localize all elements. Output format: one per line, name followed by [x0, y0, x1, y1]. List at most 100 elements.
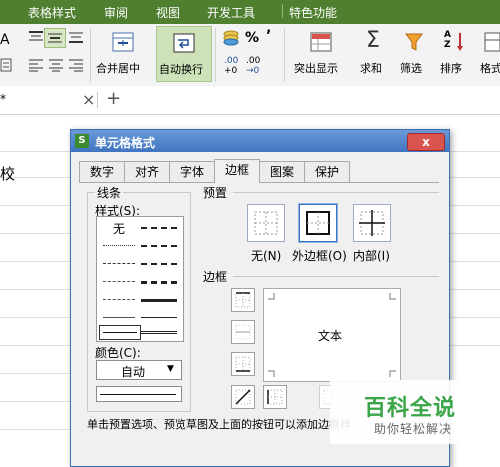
border-left-button[interactable]	[263, 385, 287, 409]
close-button[interactable]: x	[407, 133, 445, 151]
line-style-list[interactable]: 无	[96, 216, 184, 342]
tab-protection[interactable]: 保护	[304, 161, 350, 182]
border-bottom-icon	[235, 356, 251, 372]
grid-line	[0, 205, 70, 206]
grid-line	[0, 151, 70, 152]
preview-text: 文本	[318, 329, 343, 343]
menu-item-view[interactable]: 视图	[156, 4, 180, 21]
highlight-label: 突出显示	[294, 62, 338, 75]
merge-center-label: 合并居中	[96, 62, 140, 75]
sort-icon: AZ	[444, 30, 451, 50]
sort-button[interactable]: AZ 排序	[436, 26, 472, 82]
merge-center-button[interactable]: 合并居中	[96, 26, 152, 82]
line-style-option[interactable]	[103, 281, 135, 282]
sigma-icon: Σ	[366, 28, 380, 53]
percent-button[interactable]: %	[245, 30, 259, 46]
grid-line	[448, 261, 500, 262]
ribbon-separator	[284, 28, 285, 82]
align-left-icon[interactable]	[28, 58, 44, 72]
ribbon-separator	[90, 28, 91, 82]
grid-line	[0, 401, 70, 402]
border-middle-icon	[235, 324, 251, 340]
filter-button[interactable]: 筛选	[396, 26, 432, 82]
dialog-title-bar[interactable]: S 单元格格式 x	[71, 130, 449, 152]
border-top-button[interactable]	[231, 288, 255, 312]
line-style-none[interactable]: 无	[113, 220, 125, 237]
border-diagonal-up-button[interactable]	[231, 385, 255, 409]
line-style-option[interactable]	[141, 299, 177, 302]
preset-outline-button[interactable]	[299, 204, 337, 242]
align-bottom-icon[interactable]	[68, 30, 84, 44]
tab-number[interactable]: 数字	[79, 161, 125, 182]
indent-icon[interactable]	[0, 58, 12, 72]
line-style-sample	[103, 332, 137, 333]
new-tab-icon[interactable]: +	[106, 88, 121, 109]
line-group-title: 线条	[95, 184, 124, 201]
tab-pattern[interactable]: 图案	[259, 161, 305, 182]
menu-item-review[interactable]: 审阅	[104, 4, 128, 21]
line-style-option[interactable]	[103, 263, 135, 264]
comma-button[interactable]: ’	[266, 28, 271, 44]
align-middle-icon	[48, 33, 62, 43]
grid-line	[448, 345, 500, 346]
format-button[interactable]: 格式	[476, 26, 500, 82]
line-style-option[interactable]	[141, 245, 177, 247]
sum-button[interactable]: Σ 求和	[356, 26, 392, 82]
preset-none-icon	[254, 211, 278, 235]
preset-none-button[interactable]	[247, 204, 285, 242]
color-label: 颜色(C):	[95, 346, 141, 360]
color-value: 自动	[121, 365, 146, 379]
dialog-title: 单元格格式	[95, 136, 156, 150]
grid-line	[448, 151, 500, 152]
line-style-option[interactable]	[103, 317, 135, 318]
grid-line	[448, 205, 500, 206]
highlight-button[interactable]: 突出显示	[290, 26, 352, 82]
line-style-option[interactable]	[141, 263, 177, 265]
wrap-text-button[interactable]: 自动换行	[156, 26, 212, 82]
menu-bar: 表格样式 审阅 视图 开发工具 特色功能	[0, 0, 500, 24]
filter-label: 筛选	[400, 62, 422, 75]
color-dropdown[interactable]: 自动 ▼	[96, 360, 182, 380]
border-group-title: 边框	[201, 268, 230, 285]
grid-line	[0, 429, 70, 430]
line-style-option[interactable]	[103, 245, 135, 246]
border-preview[interactable]: 文本	[263, 288, 401, 382]
cell-text: 校	[0, 165, 16, 183]
grid-line	[0, 345, 70, 346]
grid-line	[0, 233, 70, 234]
increase-decimal-button[interactable]: .00 +0	[222, 56, 242, 78]
line-style-option[interactable]	[141, 331, 177, 334]
currency-icon[interactable]	[222, 30, 240, 46]
border-divider	[233, 276, 439, 277]
align-middle-button[interactable]	[44, 28, 66, 48]
grid-line	[0, 261, 70, 262]
preset-inside-button[interactable]	[353, 204, 391, 242]
align-right-icon[interactable]	[68, 58, 84, 72]
align-top-icon[interactable]	[28, 30, 44, 44]
line-style-option[interactable]	[103, 299, 135, 300]
sum-label: 求和	[360, 62, 382, 75]
tab-border[interactable]: 边框	[214, 159, 260, 183]
tab-font[interactable]: 字体	[169, 161, 215, 182]
line-style-option[interactable]	[141, 227, 177, 229]
filter-icon	[405, 33, 423, 51]
grid-line	[448, 289, 500, 290]
diagonal-up-icon	[235, 389, 251, 405]
sort-label: 排序	[440, 62, 462, 75]
border-middle-button[interactable]	[231, 320, 255, 344]
decrease-decimal-arrow: →0	[246, 66, 260, 76]
decrease-decimal-button[interactable]: .00 →0	[244, 56, 264, 78]
line-style-option[interactable]	[141, 281, 177, 284]
line-style-option[interactable]	[141, 317, 177, 318]
tab-close-icon[interactable]: ×	[82, 90, 95, 109]
watermark: 百科全说 助你轻松解决	[330, 380, 500, 444]
tab-alignment[interactable]: 对齐	[124, 161, 170, 182]
menu-item-special[interactable]: 特色功能	[289, 4, 337, 21]
border-bottom-button[interactable]	[231, 352, 255, 376]
line-style-selected[interactable]	[99, 325, 141, 340]
wrap-text-icon	[173, 33, 195, 53]
menu-item-developer[interactable]: 开发工具	[207, 4, 255, 21]
font-size-a-icon[interactable]: A	[0, 32, 10, 48]
align-center-icon[interactable]	[48, 58, 64, 72]
menu-item-table-style[interactable]: 表格样式	[28, 4, 76, 21]
